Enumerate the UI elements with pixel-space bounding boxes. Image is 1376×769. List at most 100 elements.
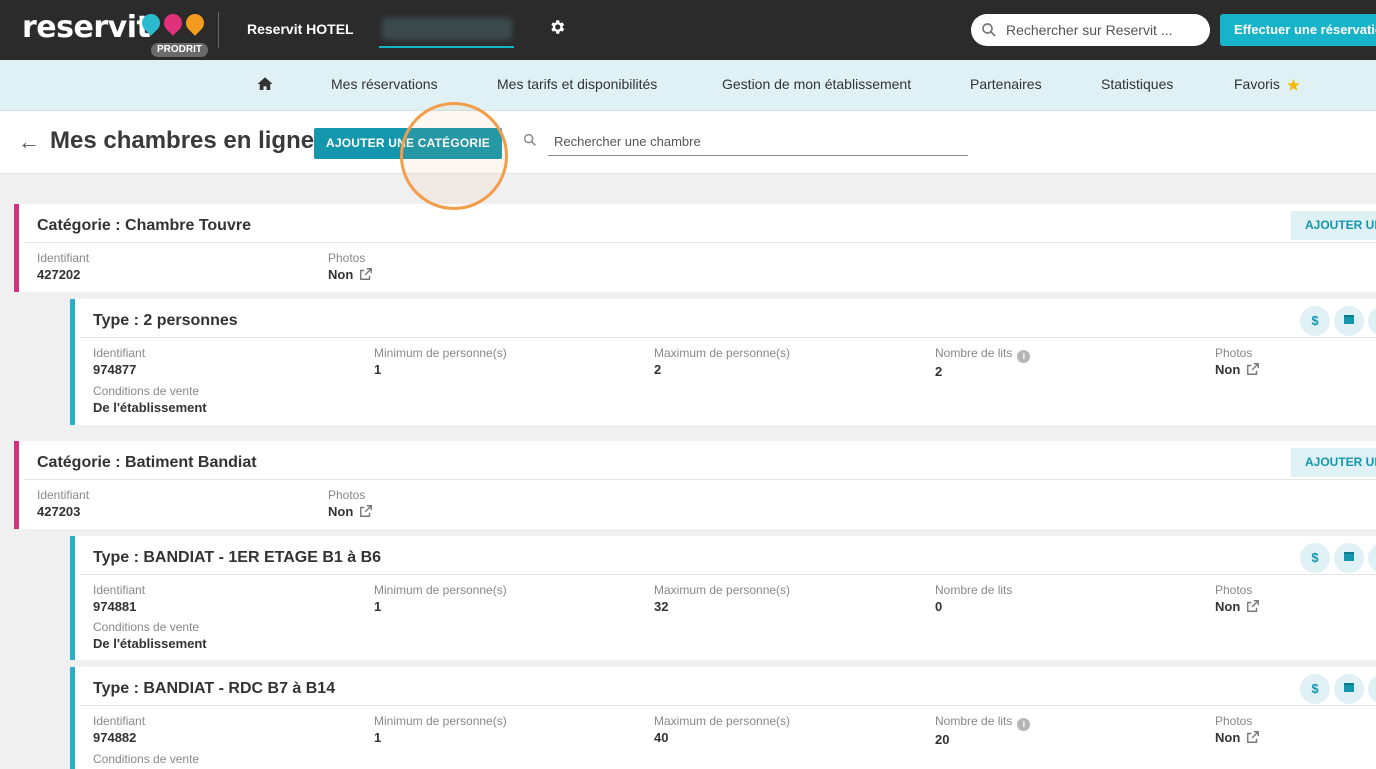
category-photos-field: Photos Non [328, 251, 373, 283]
min-persons: 1 [374, 730, 382, 745]
field-label: Photos [328, 251, 366, 265]
beds-label: Nombre de lits [935, 583, 1013, 597]
min-persons-field: Minimum de personne(s) 1 [374, 714, 507, 746]
global-search-input[interactable]: Rechercher sur Reservit ... [971, 14, 1210, 46]
dollar-icon[interactable]: $ [1300, 543, 1330, 573]
calendar-icon[interactable] [1334, 674, 1364, 704]
sale-conditions: De l'établissement [93, 636, 207, 651]
edit-icon[interactable]: ✎ [1368, 543, 1376, 573]
max-persons-field: Maximum de personne(s) 2 [654, 346, 790, 378]
room-type-title: Type : 2 personnes [93, 312, 238, 329]
beds-label: Nombre de lits [935, 346, 1013, 360]
nav-partners[interactable]: Partenaires [970, 76, 1042, 92]
room-type-title: Type : BANDIAT - 1ER ETAGE B1 à B6 [93, 549, 382, 566]
divider [80, 337, 1376, 338]
external-link-icon[interactable] [359, 267, 373, 281]
field-label: Identifiant [37, 251, 90, 265]
divider [80, 574, 1376, 575]
external-link-icon[interactable] [359, 504, 373, 518]
photos-status: Non [328, 267, 354, 282]
field-label: Maximum de personne(s) [654, 583, 791, 597]
nav-favorites-label: Favoris [1234, 76, 1280, 92]
beds-field: Nombre de lits i 20 [935, 714, 1031, 748]
category-title: Catégorie : Chambre Touvre [37, 217, 251, 234]
max-persons-field: Maximum de personne(s) 40 [654, 714, 790, 746]
nav-favorites[interactable]: Favoris ★ [1234, 76, 1301, 96]
sale-conditions-field: Conditions de vente [93, 752, 199, 767]
hotel-name[interactable]: Reservit HOTEL [247, 21, 354, 37]
logo-text: reservit [22, 10, 151, 46]
sale-conditions: De l'établissement [93, 400, 207, 415]
category-id: 427203 [37, 504, 81, 519]
category-title: Catégorie : Batiment Bandiat [37, 454, 257, 471]
page-title: Mes chambres en ligne [50, 127, 315, 154]
logo-pin-icon [160, 10, 186, 36]
add-category-button[interactable]: AJOUTER UNE CATÉGORIE [314, 128, 502, 159]
beds-label: Nombre de lits [935, 714, 1013, 728]
category-id-field: Identifiant 427202 [37, 251, 89, 283]
room-type-title: Type : BANDIAT - RDC B7 à B14 [93, 680, 336, 697]
photos-value[interactable]: Non [1215, 729, 1260, 746]
category-id: 427202 [37, 267, 81, 282]
field-label: Photos [1215, 583, 1253, 597]
external-link-icon[interactable] [1246, 362, 1260, 376]
field-label: Identifiant [37, 488, 90, 502]
calendar-icon[interactable] [1334, 543, 1364, 573]
info-icon[interactable]: i [1017, 350, 1031, 363]
info-icon[interactable]: i [1017, 718, 1031, 731]
gear-icon[interactable] [546, 18, 568, 40]
photos-status: Non [328, 504, 354, 519]
search-icon [982, 23, 996, 37]
category-card: Catégorie : Chambre Touvre AJOUTER UN Id… [14, 204, 1376, 292]
photos-status: Non [1215, 730, 1241, 745]
field-label: Nombre de lits i [935, 346, 1031, 363]
topbar-divider [218, 12, 219, 48]
field-label: Maximum de personne(s) [654, 346, 791, 360]
external-link-icon[interactable] [1246, 599, 1260, 613]
beds-field: Nombre de lits i 2 [935, 346, 1031, 380]
add-type-button[interactable]: AJOUTER UN [1291, 448, 1376, 477]
make-reservation-button[interactable]: Effectuer une réservation [1220, 14, 1376, 46]
beds-count: 0 [935, 599, 943, 614]
sale-conditions-field: Conditions de vente De l'établissement [93, 384, 207, 416]
external-link-icon[interactable] [1246, 730, 1260, 744]
nav-my-reservations[interactable]: Mes réservations [331, 76, 438, 92]
max-persons-field: Maximum de personne(s) 32 [654, 583, 790, 615]
edit-icon[interactable]: ✎ [1368, 674, 1376, 704]
nav-rates-availability[interactable]: Mes tarifs et disponibilités [497, 76, 657, 92]
photos-value[interactable]: Non [1215, 598, 1260, 615]
room-type-card: Type : 2 personnes $ ✎ Identifiant 974877… [70, 299, 1376, 425]
top-bar: reservit PRODRIT Reservit HOTEL Recherch… [0, 0, 1376, 60]
logo-pin-icon [182, 10, 208, 36]
type-id-field: Identifiant 974877 [93, 346, 145, 378]
dollar-icon[interactable]: $ [1300, 306, 1330, 336]
field-label: Nombre de lits i [935, 714, 1031, 731]
edit-icon[interactable]: ✎ [1368, 306, 1376, 336]
calendar-icon[interactable] [1334, 306, 1364, 336]
min-persons-field: Minimum de personne(s) 1 [374, 346, 507, 378]
type-id-field: Identifiant 974882 [93, 714, 145, 746]
home-icon[interactable] [256, 75, 274, 93]
photos-value[interactable]: Non [1215, 361, 1260, 378]
nav-statistics[interactable]: Statistiques [1101, 76, 1173, 92]
category-id-field: Identifiant 427203 [37, 488, 89, 520]
photos-value[interactable]: Non [328, 266, 373, 283]
photos-value[interactable]: Non [328, 503, 373, 520]
type-id-field: Identifiant 974881 [93, 583, 145, 615]
min-persons: 1 [374, 362, 382, 377]
dollar-icon[interactable]: $ [1300, 674, 1330, 704]
divider [80, 705, 1376, 706]
add-type-button[interactable]: AJOUTER UN [1291, 211, 1376, 240]
blurred-hotel-selector[interactable] [382, 18, 512, 40]
field-label: Identifiant [93, 346, 146, 360]
page-header: ← Mes chambres en ligne AJOUTER UNE CATÉ… [0, 111, 1376, 174]
room-search-input[interactable]: Rechercher une chambre [548, 129, 968, 156]
field-label: Photos [1215, 346, 1253, 360]
room-type-card: Type : BANDIAT - 1ER ETAGE B1 à B6 $ ✎ I… [70, 536, 1376, 660]
type-id: 974882 [93, 730, 137, 745]
nav-property-management[interactable]: Gestion de mon établissement [722, 76, 911, 92]
field-label: Identifiant [93, 714, 146, 728]
back-arrow-icon[interactable]: ← [18, 129, 40, 155]
beds-count: 20 [935, 732, 950, 747]
field-label: Minimum de personne(s) [374, 714, 507, 728]
